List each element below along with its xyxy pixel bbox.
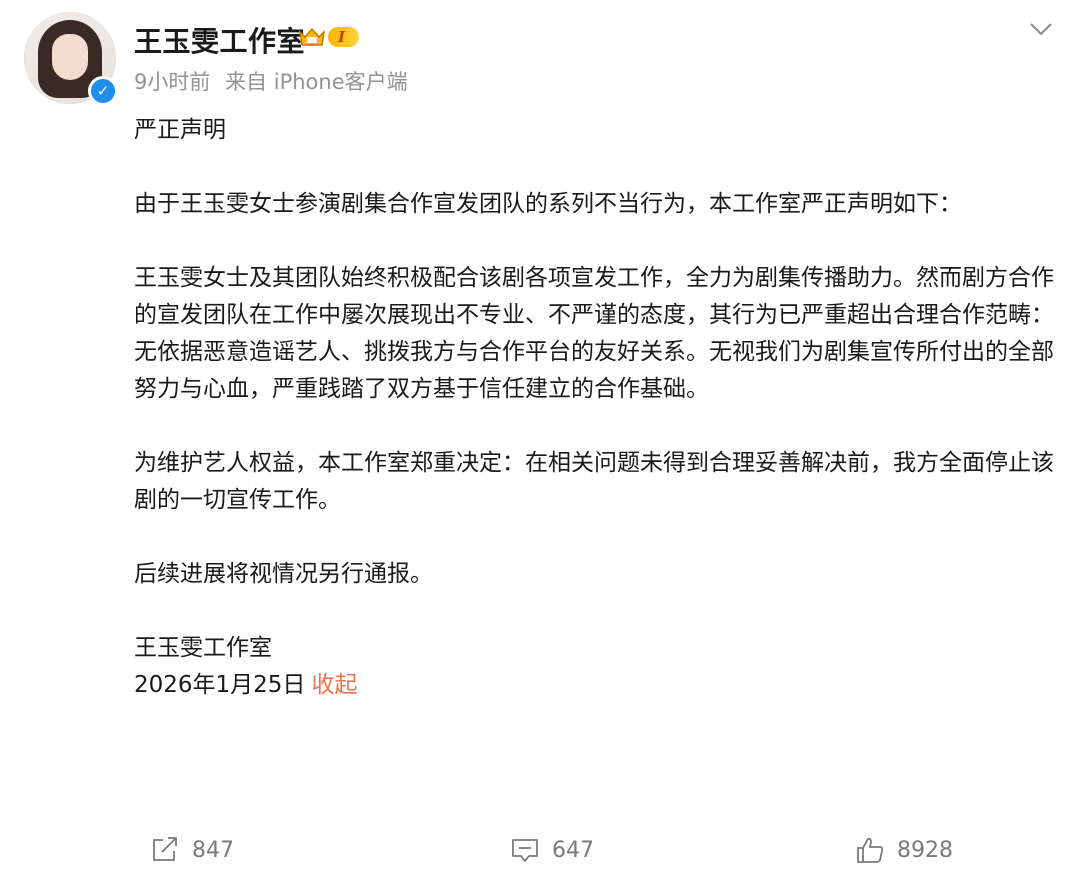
avatar[interactable]: ✓ — [24, 12, 118, 106]
comment-button[interactable]: 647 — [510, 836, 594, 864]
post-date-line: 2026年1月25日 收起 — [134, 667, 1054, 704]
post-paragraph: 由于王玉雯女士参演剧集合作宣发团队的系列不当行为，本工作室严正声明如下： — [134, 191, 962, 217]
post-signature: 王玉雯工作室 — [134, 635, 272, 661]
vip-level-label: I — [328, 27, 360, 47]
comment-icon — [512, 839, 538, 862]
post-meta: 9小时前 来自 iPhone客户端 — [134, 66, 416, 96]
post-paragraph: 为维护艺人权益，本工作室郑重决定：在相关问题未得到合理妥善解决前，我方全面停止该… — [134, 450, 1054, 513]
share-icon — [153, 837, 177, 861]
share-count: 847 — [192, 837, 234, 863]
username[interactable]: 王玉雯工作室 — [134, 20, 305, 60]
post-date: 2026年1月25日 — [134, 672, 306, 698]
crown-icon — [298, 27, 326, 46]
share-button[interactable]: 847 — [150, 836, 234, 864]
thumbs-up-icon — [857, 837, 884, 863]
chevron-down-icon[interactable] — [1028, 20, 1054, 38]
vip-badge[interactable]: I — [298, 24, 360, 50]
like-button[interactable]: 8928 — [855, 836, 953, 864]
like-count: 8928 — [897, 837, 953, 863]
action-bar: 847 647 8928 — [0, 836, 1080, 876]
comment-count: 647 — [552, 837, 594, 863]
verified-badge-icon: ✓ — [88, 76, 118, 106]
collapse-link[interactable]: 收起 — [311, 672, 357, 698]
post-paragraph: 王玉雯女士及其团队始终积极配合该剧各项宣发工作，全力为剧集传播助力。然而剧方合作… — [134, 265, 1054, 402]
post-source: 来自 iPhone客户端 — [225, 70, 408, 94]
post-paragraph: 后续进展将视情况另行通报。 — [134, 561, 433, 587]
weibo-post: ✓ 王玉雯工作室 I 9小时前 来自 iPhone客户端 严正声明 由于王玉雯女… — [0, 0, 1080, 880]
post-time[interactable]: 9小时前 — [134, 70, 210, 94]
post-content: 严正声明 由于王玉雯女士参演剧集合作宣发团队的系列不当行为，本工作室严正声明如下… — [134, 112, 1054, 704]
post-title: 严正声明 — [134, 117, 226, 143]
